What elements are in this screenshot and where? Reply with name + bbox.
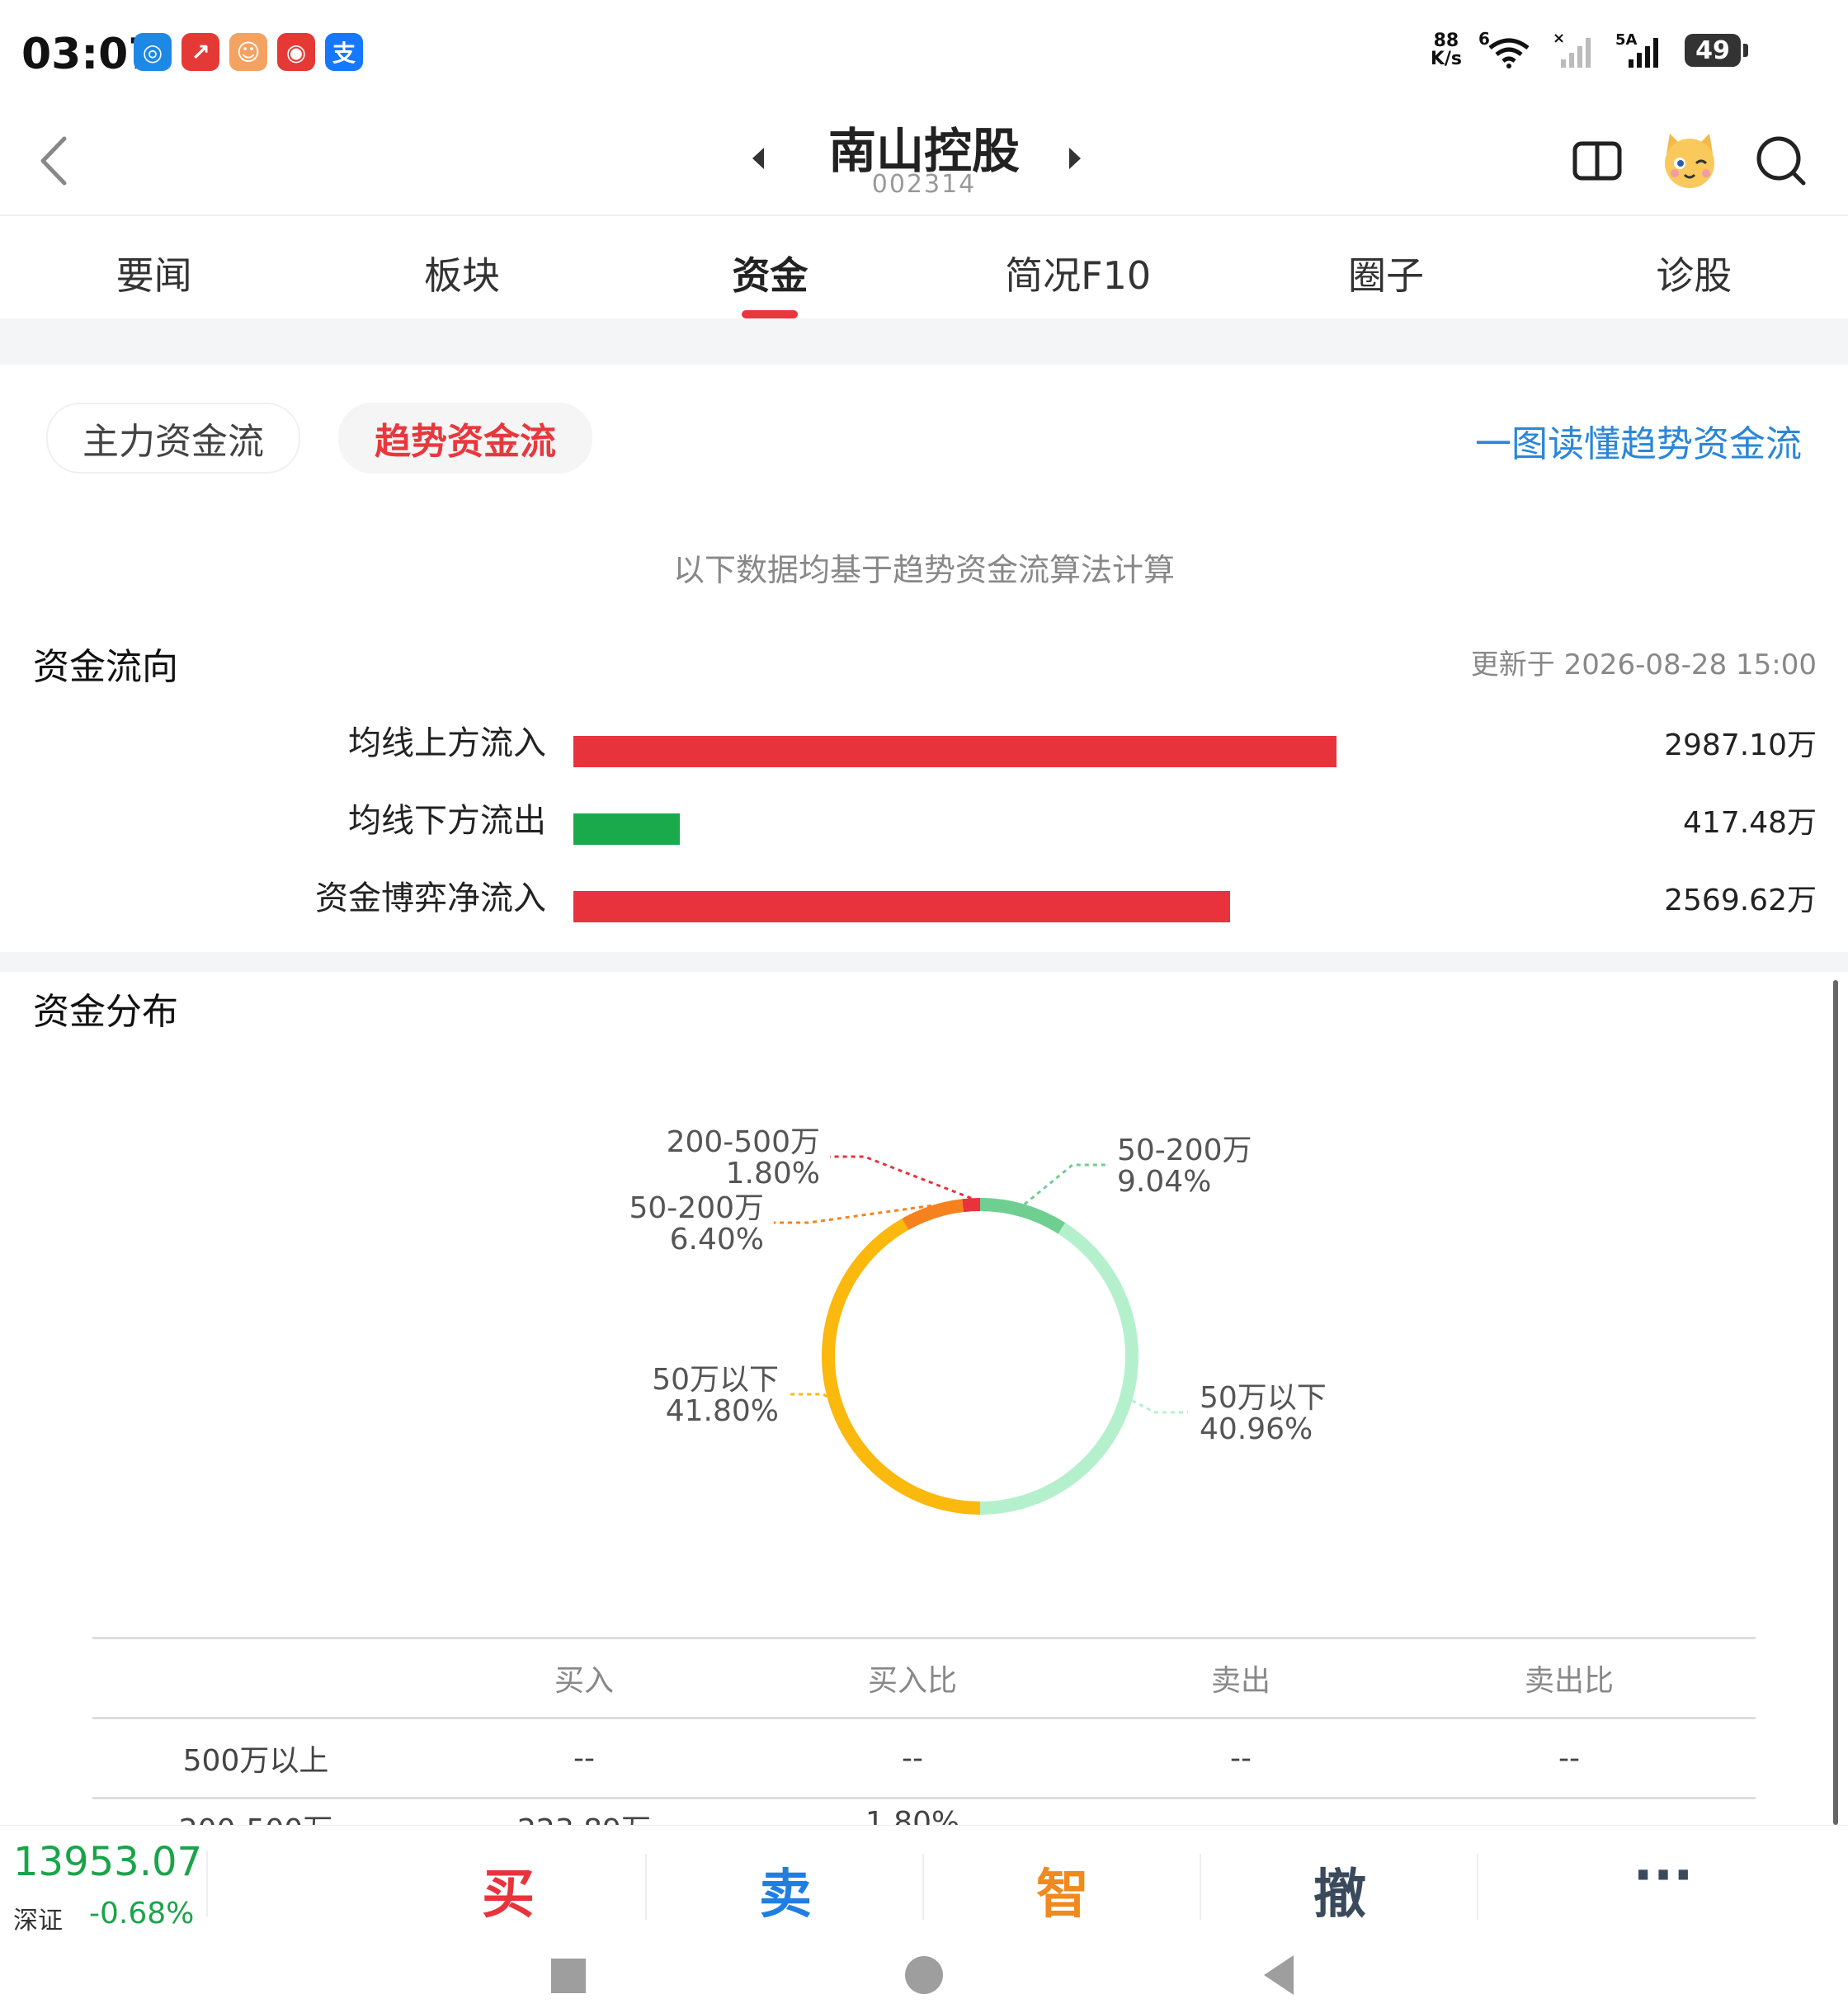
- flow-label: 均线上方流入: [348, 724, 546, 762]
- search-icon[interactable]: [1754, 134, 1808, 188]
- flow-row-outflow-below-ma: 均线下方流出 417.48万: [0, 794, 1848, 845]
- index-name: 深证: [13, 1907, 63, 1935]
- fund-distribution-donut-chart: 50-200万9.04%50万以下40.96%50万以下41.80%50-200…: [629, 1125, 1327, 1515]
- svg-text:5A: 5A: [1615, 31, 1638, 49]
- signal-sim1-icon: ×: [1553, 31, 1591, 68]
- wifi-icon: 6: [1478, 31, 1530, 68]
- more-icon[interactable]: ···: [1525, 1846, 1802, 1907]
- trend-fund-flow-guide-link[interactable]: 一图读懂趋势资金流: [1475, 414, 1802, 467]
- donut-slice-percent: 41.80%: [666, 1394, 779, 1428]
- svg-text:×: ×: [1553, 31, 1565, 47]
- table-header: 买入 买入比 卖出 卖出比: [92, 1639, 1756, 1717]
- tab-funds[interactable]: 资金: [616, 216, 924, 318]
- fund-flow-title: 资金流向: [33, 646, 178, 688]
- donut-slice-percent: 9.04%: [1117, 1165, 1211, 1199]
- fund-distribution-table: 买入 买入比 卖出 卖出比 500万以上 -- -- -- -- 200-500…: [92, 1637, 1756, 1832]
- flow-label: 资金博弈净流入: [315, 879, 546, 917]
- flow-row-inflow-above-ma: 均线上方流入 2987.10万: [0, 716, 1848, 767]
- tab-news[interactable]: 要闻: [0, 216, 308, 318]
- table-cell: --: [902, 1741, 923, 1775]
- nav-back-icon[interactable]: [1262, 1954, 1295, 1996]
- notification-app-icons: ◎ ↗ ☺ ◉ 支: [134, 33, 363, 71]
- donut-leader-line: [789, 1393, 828, 1398]
- browser-app-icon: ◎: [134, 33, 172, 71]
- donut-slice: [979, 1198, 1066, 1234]
- donut-slice: [979, 1223, 1138, 1515]
- table-cell: --: [573, 1741, 595, 1775]
- flow-bar: [573, 891, 1230, 922]
- table-header-cell: 买入比: [867, 1664, 957, 1698]
- algorithm-notice: 以下数据均基于趋势资金流算法计算: [672, 552, 1175, 588]
- index-value[interactable]: 13953.07: [13, 1839, 202, 1885]
- donut-slice-label: 50万以下: [652, 1363, 779, 1397]
- donut-slice-label: 50万以下: [1200, 1381, 1327, 1415]
- svg-text:6: 6: [1478, 31, 1490, 49]
- game-app-icon: ☺: [229, 33, 267, 71]
- trend-fund-flow-tab[interactable]: 趋势资金流: [338, 403, 592, 474]
- shopping-app-icon: ◉: [277, 33, 315, 71]
- tab-circle[interactable]: 圈子: [1232, 216, 1539, 318]
- section-divider: [0, 952, 1848, 972]
- table-cell: 500万以上: [182, 1744, 329, 1778]
- flow-row-net-inflow: 资金博弈净流入 2569.62万: [0, 871, 1848, 922]
- table-row: 500万以上 -- -- -- --: [92, 1719, 1756, 1797]
- fund-distribution-title: 资金分布: [33, 991, 178, 1033]
- table-cell: --: [1558, 1741, 1580, 1775]
- alipay-app-icon: 支: [325, 33, 363, 71]
- system-navigation-bar: [0, 1934, 1848, 2013]
- table-cell: --: [1230, 1741, 1252, 1775]
- network-speed-unit: K/s: [1430, 49, 1462, 69]
- network-speed: 88 K/s: [1431, 32, 1462, 68]
- donut-slice-label: 50-200万: [1117, 1134, 1252, 1167]
- flow-label: 均线下方流出: [348, 802, 546, 840]
- tab-bar: 要闻 板块 资金 简况F10 圈子 诊股: [0, 216, 1848, 318]
- network-speed-value: 88: [1433, 31, 1459, 51]
- cancel-order-button[interactable]: 撤: [1201, 1852, 1478, 1928]
- smart-order-button[interactable]: 智: [924, 1852, 1201, 1928]
- flow-bar: [573, 813, 680, 845]
- divider: [206, 1850, 208, 1916]
- signal-sim2-icon: 5A: [1615, 31, 1658, 68]
- next-stock-icon[interactable]: [1064, 144, 1084, 172]
- stock-header: 南山控股 002314: [0, 107, 1848, 216]
- donut-slice: [822, 1218, 981, 1515]
- tab-sector[interactable]: 板块: [308, 216, 615, 318]
- mascot-avatar-icon[interactable]: [1658, 129, 1721, 191]
- donut-leader-line: [1023, 1163, 1106, 1205]
- sell-button[interactable]: 卖: [647, 1852, 924, 1928]
- table-header-cell: 卖出比: [1524, 1664, 1614, 1698]
- flow-value: 2569.62万: [1664, 884, 1817, 917]
- split-view-icon[interactable]: [1571, 134, 1624, 186]
- recent-apps-icon[interactable]: [549, 1957, 587, 1995]
- main-fund-flow-tab[interactable]: 主力资金流: [46, 403, 300, 474]
- donut-leader-line: [830, 1155, 972, 1200]
- donut-slice-percent: 1.80%: [726, 1157, 820, 1190]
- flow-bar: [573, 736, 1336, 767]
- stock-app-icon: ↗: [182, 33, 219, 71]
- donut-slice-percent: 40.96%: [1200, 1412, 1313, 1446]
- battery-icon: 49: [1685, 34, 1748, 67]
- fund-flow-type-switch: 主力资金流 趋势资金流: [46, 403, 592, 474]
- donut-slice: [962, 1198, 981, 1213]
- status-bar: 03:07 ◎ ↗ ☺ ◉ 支 88 K/s 6 × 5A 49: [0, 0, 1848, 107]
- tab-f10[interactable]: 简况F10: [924, 216, 1232, 318]
- trade-action-bar: 13953.07 深证 -0.68% 买 卖 智 撤 ···: [0, 1825, 1848, 1935]
- divider: [1477, 1854, 1478, 1920]
- donut-slice-label: 50-200万: [629, 1191, 764, 1225]
- table-header-cell: 买入: [554, 1664, 614, 1698]
- flow-value: 417.48万: [1683, 806, 1817, 840]
- buy-button[interactable]: 买: [370, 1852, 647, 1928]
- table-header-cell: 卖出: [1210, 1664, 1270, 1698]
- section-divider: [0, 318, 1848, 365]
- donut-leader-line: [1131, 1399, 1188, 1414]
- flow-value: 2987.10万: [1664, 728, 1817, 762]
- update-time: 更新于 2026-08-28 15:00: [1470, 648, 1817, 681]
- donut-slice-label: 200-500万: [667, 1125, 820, 1159]
- index-change: -0.68%: [89, 1897, 195, 1930]
- tab-diagnosis[interactable]: 诊股: [1540, 216, 1848, 318]
- home-icon[interactable]: [904, 1955, 944, 1995]
- donut-slice-percent: 6.40%: [670, 1223, 764, 1256]
